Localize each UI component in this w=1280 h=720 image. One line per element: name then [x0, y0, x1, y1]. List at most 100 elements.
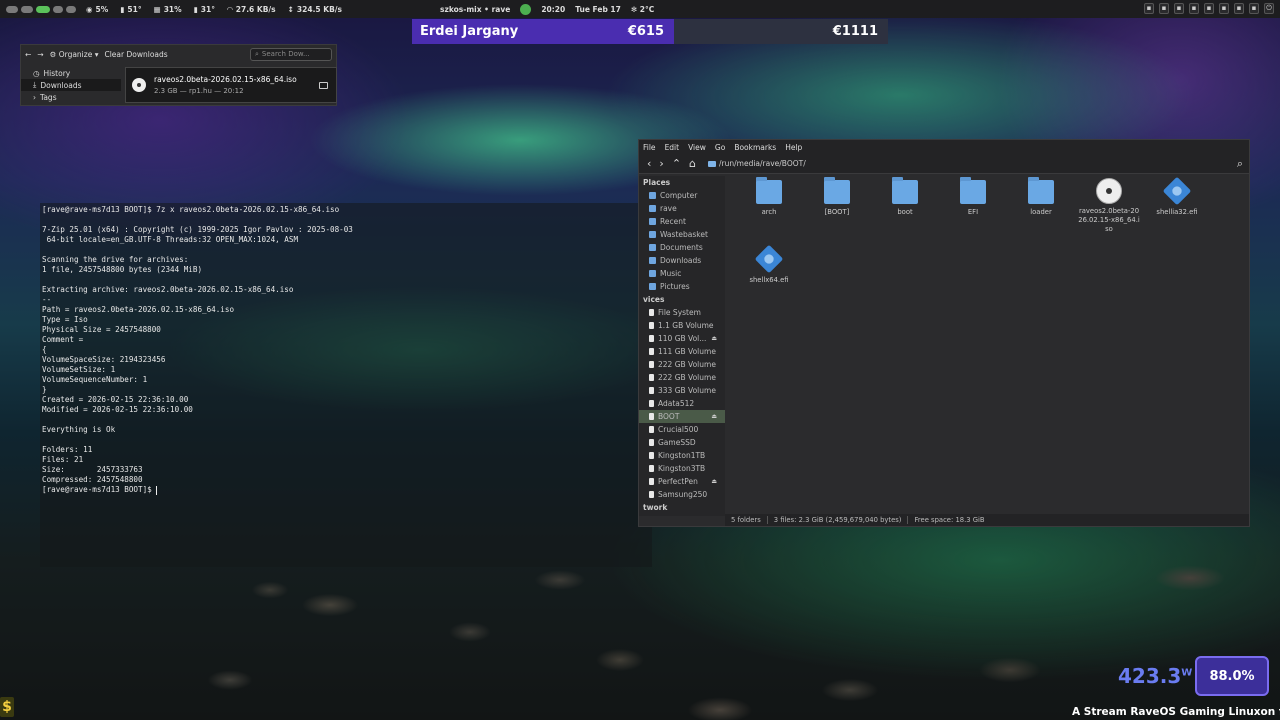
- eject-icon[interactable]: ⏏: [711, 478, 717, 485]
- forward-icon[interactable]: →: [37, 50, 43, 59]
- file-name: arch: [761, 208, 777, 216]
- terminal-cursor: [156, 485, 158, 495]
- workspace-dot[interactable]: [6, 5, 18, 13]
- sidebar-item-music[interactable]: Music: [639, 267, 725, 280]
- sidebar-item-device[interactable]: 110 GB Vol... ⏏: [639, 332, 725, 345]
- open-folder-icon[interactable]: [319, 82, 328, 89]
- file-item[interactable]: boot: [871, 177, 939, 246]
- tray-icon[interactable]: ▪: [1204, 3, 1214, 14]
- up-button[interactable]: ⌃: [672, 157, 681, 170]
- terminal-prompt-line[interactable]: [rave@rave-ms7d13 BOOT]$: [42, 485, 650, 495]
- location-bar[interactable]: /run/media/rave/BOOT/: [708, 157, 1208, 171]
- file-item[interactable]: shellia32.efi: [1143, 176, 1211, 246]
- terminal-line: 7-Zip 25.01 (x64) : Copyright (c) 1999-2…: [42, 225, 353, 234]
- dollar-icon[interactable]: $: [0, 697, 14, 717]
- sidebar-item-device[interactable]: 333 GB Volume: [639, 384, 725, 397]
- power-icon[interactable]: ⏻: [1264, 3, 1274, 14]
- file-item[interactable]: EFI: [939, 177, 1007, 246]
- terminal-line: Everything is Ok: [42, 425, 116, 434]
- sidebar-item-label: 110 GB Vol...: [658, 334, 707, 343]
- menu-view[interactable]: View: [688, 143, 706, 152]
- sidebar-item-label: 222 GB Volume: [658, 360, 716, 369]
- home-icon[interactable]: ⌂: [689, 157, 696, 170]
- sidebar-item-device[interactable]: 1.1 GB Volume: [639, 319, 725, 332]
- workspace-dot[interactable]: [66, 5, 76, 13]
- date[interactable]: Tue Feb 17: [575, 5, 621, 14]
- back-button[interactable]: ‹: [647, 157, 651, 170]
- folder-icon: [649, 244, 656, 251]
- sidebar-item-pictures[interactable]: Pictures: [639, 280, 725, 293]
- file-item[interactable]: arch: [735, 177, 803, 246]
- sidebar-item-history[interactable]: ◷ History: [21, 67, 121, 79]
- tray-icon[interactable]: ▪: [1174, 3, 1184, 14]
- downloads-toolbar: ← → ⚙ Organize ▾ Clear Downloads ⌕ Search…: [21, 45, 336, 63]
- tray-icon[interactable]: ▪: [1234, 3, 1244, 14]
- clear-downloads-button[interactable]: Clear Downloads: [104, 50, 167, 59]
- sidebar-item-documents[interactable]: Documents: [639, 241, 725, 254]
- sidebar-item-wastebasket[interactable]: Wastebasket: [639, 228, 725, 241]
- terminal-window[interactable]: [rave@rave-ms7d13 BOOT]$ 7z x raveos2.0b…: [40, 203, 652, 567]
- media-title[interactable]: szkos-mix • rave: [440, 5, 510, 14]
- places-header: Places: [643, 178, 671, 187]
- tray-icon[interactable]: ▪: [1189, 3, 1199, 14]
- sidebar-item-device[interactable]: Kingston3TB: [639, 462, 725, 475]
- sidebar-item-browse-network[interactable]: Browse Network: [639, 514, 725, 516]
- menu-help[interactable]: Help: [785, 143, 802, 152]
- sidebar-item-device[interactable]: 222 GB Volume: [639, 358, 725, 371]
- sidebar-item-device[interactable]: Crucial500: [639, 423, 725, 436]
- menu-bookmarks[interactable]: Bookmarks: [734, 143, 776, 152]
- terminal-output: [rave@rave-ms7d13 BOOT]$ 7z x raveos2.0b…: [42, 205, 650, 485]
- weather[interactable]: ✻ 2°C: [631, 5, 654, 14]
- forward-button[interactable]: ›: [659, 157, 663, 170]
- download-item[interactable]: raveos2.0beta-2026.02.15-x86_64.iso 2.3 …: [125, 67, 337, 103]
- eject-icon[interactable]: ⏏: [711, 413, 717, 420]
- file-item[interactable]: loader: [1007, 177, 1075, 246]
- sidebar-item-device[interactable]: Kingston1TB: [639, 449, 725, 462]
- sidebar-item-tags[interactable]: › Tags: [21, 91, 121, 103]
- sidebar-item-device[interactable]: File System: [639, 306, 725, 319]
- tray-icon[interactable]: ▪: [1159, 3, 1169, 14]
- menu-go[interactable]: Go: [715, 143, 725, 152]
- sidebar-item-device[interactable]: BOOT ⏏: [639, 410, 725, 423]
- sidebar-item-downloads[interactable]: Downloads: [639, 254, 725, 267]
- workspace-dot-active[interactable]: [36, 5, 50, 13]
- back-icon[interactable]: ←: [25, 50, 31, 59]
- sidebar-item-device[interactable]: Adata512: [639, 397, 725, 410]
- workspace-dot[interactable]: [21, 5, 33, 13]
- file-item[interactable]: raveos2.0beta-2026.02.15-x86_64.iso: [1075, 178, 1143, 246]
- sidebar-item-device[interactable]: PerfectPen ⏏: [639, 475, 725, 488]
- sidebar-item-recent[interactable]: Recent: [639, 215, 725, 228]
- play-icon[interactable]: [520, 3, 532, 15]
- organize-button[interactable]: ⚙ Organize ▾: [50, 50, 99, 59]
- menu-edit[interactable]: Edit: [665, 143, 680, 152]
- sidebar-item-device[interactable]: GameSSD: [639, 436, 725, 449]
- stream-ticker: A Stream RaveOS Gaming Linuxon fut: [1072, 706, 1280, 718]
- file-item[interactable]: [BOOT]: [803, 177, 871, 246]
- file-name: shellia32.efi: [1156, 208, 1198, 216]
- tray-icon[interactable]: ▪: [1219, 3, 1229, 14]
- sidebar-item-rave[interactable]: rave: [639, 202, 725, 215]
- clock[interactable]: 20:20: [541, 5, 565, 14]
- sidebar-item-device[interactable]: 222 GB Volume: [639, 371, 725, 384]
- score-value-a: €615: [627, 24, 664, 39]
- workspace-dot[interactable]: [53, 5, 63, 13]
- sidebar-item-downloads[interactable]: ⤓ Downloads: [21, 79, 121, 91]
- download-filename: raveos2.0beta-2026.02.15-x86_64.iso: [154, 75, 297, 84]
- wallpaper-rocks: [0, 560, 1280, 720]
- drive-icon: [649, 413, 654, 420]
- tray-icon[interactable]: ▪: [1249, 3, 1259, 14]
- sidebar-item-device[interactable]: Samsung250: [639, 488, 725, 501]
- search-icon[interactable]: ⌕: [1237, 157, 1243, 171]
- download-icon: ⤓: [33, 80, 37, 89]
- tray-icon[interactable]: ▪: [1144, 3, 1154, 14]
- downloads-search-input[interactable]: ⌕ Search Dow...: [250, 47, 332, 61]
- sidebar-item-device[interactable]: 111 GB Volume: [639, 345, 725, 358]
- eject-icon[interactable]: ⏏: [711, 335, 717, 342]
- file-manager-window: File Edit View Go Bookmarks Help ‹ › ⌃ ⌂…: [638, 139, 1250, 527]
- sidebar-item-computer[interactable]: Computer: [639, 189, 725, 202]
- file-name: raveos2.0beta-2026.02.15-x86_64.iso: [1078, 207, 1140, 233]
- file-item[interactable]: shellx64.efi: [735, 244, 803, 314]
- workspace-indicators[interactable]: [6, 5, 76, 13]
- downloads-window: ← → ⚙ Organize ▾ Clear Downloads ⌕ Search…: [20, 44, 337, 106]
- menu-file[interactable]: File: [643, 143, 656, 152]
